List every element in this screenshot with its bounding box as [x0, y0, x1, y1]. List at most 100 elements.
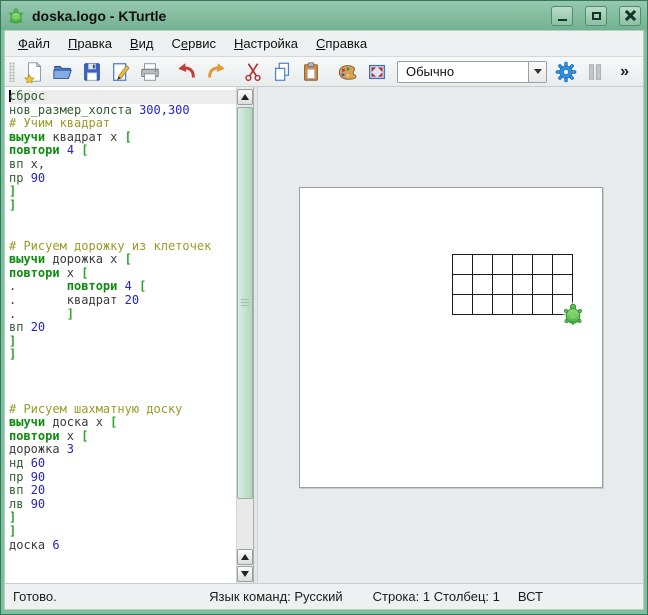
colors-button[interactable]	[333, 59, 362, 85]
turtle-sprite	[561, 302, 585, 326]
run-speed-value: Обычно	[406, 64, 454, 79]
titlebar[interactable]: doska.logo - KTurtle	[1, 1, 647, 30]
redo-button[interactable]	[201, 59, 230, 85]
palette-icon	[337, 61, 359, 83]
scroll-up-button[interactable]	[237, 89, 253, 105]
grid-cell	[472, 254, 492, 274]
code-line: ]	[9, 511, 236, 525]
undo-icon	[176, 61, 198, 83]
edit-document-button[interactable]	[106, 59, 135, 85]
paste-button[interactable]	[296, 59, 325, 85]
grid-cell	[532, 294, 552, 314]
grid-cell	[472, 294, 492, 314]
code-line	[9, 226, 236, 240]
code-line: выучи квадрат х [	[9, 131, 236, 145]
code-area[interactable]: сброснов_размер_холста 300,300# Учим ква…	[5, 87, 236, 583]
minimize-button[interactable]	[551, 6, 573, 26]
grid-cell	[512, 274, 532, 294]
print-button[interactable]	[135, 59, 164, 85]
new-file-icon	[23, 61, 45, 83]
grid-cell	[452, 294, 472, 314]
code-line: ]	[9, 348, 236, 362]
new-file-button[interactable]	[19, 59, 48, 85]
code-line	[9, 389, 236, 403]
cut-button[interactable]	[238, 59, 267, 85]
window-title: doska.logo - KTurtle	[32, 8, 539, 24]
code-line	[9, 375, 236, 389]
status-cursor-position: Строка: 1 Столбец: 1	[373, 589, 500, 604]
open-file-icon	[52, 61, 74, 83]
code-line: повтори х [	[9, 267, 236, 281]
drawn-grid	[452, 254, 573, 315]
cut-icon	[242, 61, 264, 83]
code-line	[9, 362, 236, 376]
scroll-down-button[interactable]	[237, 566, 253, 582]
canvas-pane	[258, 87, 643, 583]
close-icon	[625, 10, 636, 21]
code-line: ]	[9, 199, 236, 213]
arrow-up-icon	[241, 554, 249, 560]
status-message: Готово.	[13, 589, 209, 604]
grid-cell	[492, 294, 512, 314]
code-editor[interactable]: сброснов_размер_холста 300,300# Учим ква…	[5, 87, 254, 583]
chevron-down-icon[interactable]	[528, 62, 546, 82]
code-line: повтори х [	[9, 430, 236, 444]
minimize-icon	[558, 19, 567, 21]
copy-icon	[271, 61, 293, 83]
code-line: ]	[9, 335, 236, 349]
code-line: дорожка 3	[9, 443, 236, 457]
grid-cell	[532, 254, 552, 274]
open-file-button[interactable]	[48, 59, 77, 85]
code-line	[9, 212, 236, 226]
code-line: нд 60	[9, 457, 236, 471]
copy-button[interactable]	[267, 59, 296, 85]
undo-button[interactable]	[172, 59, 201, 85]
code-line: сброс	[9, 90, 236, 104]
code-line: выучи дорожка х [	[9, 253, 236, 267]
grid-cell	[452, 274, 472, 294]
grid-cell	[532, 274, 552, 294]
pause-icon	[584, 61, 606, 83]
fullscreen-button[interactable]	[362, 59, 391, 85]
status-insert-mode: ВСТ	[518, 589, 543, 604]
grid-cell	[492, 274, 512, 294]
grid-cell	[552, 254, 572, 274]
menu-item-edit[interactable]: Правка	[59, 33, 121, 54]
maximize-icon	[592, 12, 601, 20]
close-button[interactable]	[619, 6, 641, 26]
code-line: повтори 4 [	[9, 144, 236, 158]
menubar: ФайлПравкаВидСервисНастройкаСправка	[5, 31, 643, 57]
grid-cell	[512, 294, 532, 314]
scroll-up-button[interactable]	[237, 549, 253, 565]
paste-icon	[300, 61, 322, 83]
code-line: вп 20	[9, 321, 236, 335]
edit-document-icon	[110, 61, 132, 83]
maximize-button[interactable]	[585, 6, 607, 26]
menu-item-file[interactable]: Файл	[9, 33, 59, 54]
grid-cell	[472, 274, 492, 294]
toolbar-overflow-button[interactable]: »	[620, 63, 629, 81]
code-line: вп 20	[9, 484, 236, 498]
run-gear-icon	[554, 60, 578, 84]
window-content: ФайлПравкаВидСервисНастройкаСправка	[4, 30, 644, 610]
toolbar-drag-handle[interactable]	[9, 62, 15, 82]
menu-item-help[interactable]: Справка	[307, 33, 376, 54]
code-line: ]	[9, 525, 236, 539]
code-line: # Рисуем дорожку из клеточек	[9, 240, 236, 254]
statusbar: Готово. Язык команд: Русский Строка: 1 С…	[5, 583, 643, 609]
pause-button[interactable]	[580, 59, 609, 85]
save-icon	[81, 61, 103, 83]
run-button[interactable]	[551, 59, 580, 85]
save-button[interactable]	[77, 59, 106, 85]
run-speed-select[interactable]: Обычно	[397, 61, 547, 83]
code-line: # Учим квадрат	[9, 117, 236, 131]
scrollbar-thumb[interactable]	[237, 107, 253, 499]
menu-item-view[interactable]: Вид	[121, 33, 163, 54]
code-line: выучи доска х [	[9, 416, 236, 430]
code-line: доска 6	[9, 539, 236, 553]
editor-vertical-scrollbar[interactable]	[236, 87, 253, 583]
menu-item-settings[interactable]: Настройка	[225, 33, 307, 54]
menu-item-tools[interactable]: Сервис	[162, 33, 225, 54]
code-line: . повтори 4 [	[9, 280, 236, 294]
code-line: лв 90	[9, 498, 236, 512]
